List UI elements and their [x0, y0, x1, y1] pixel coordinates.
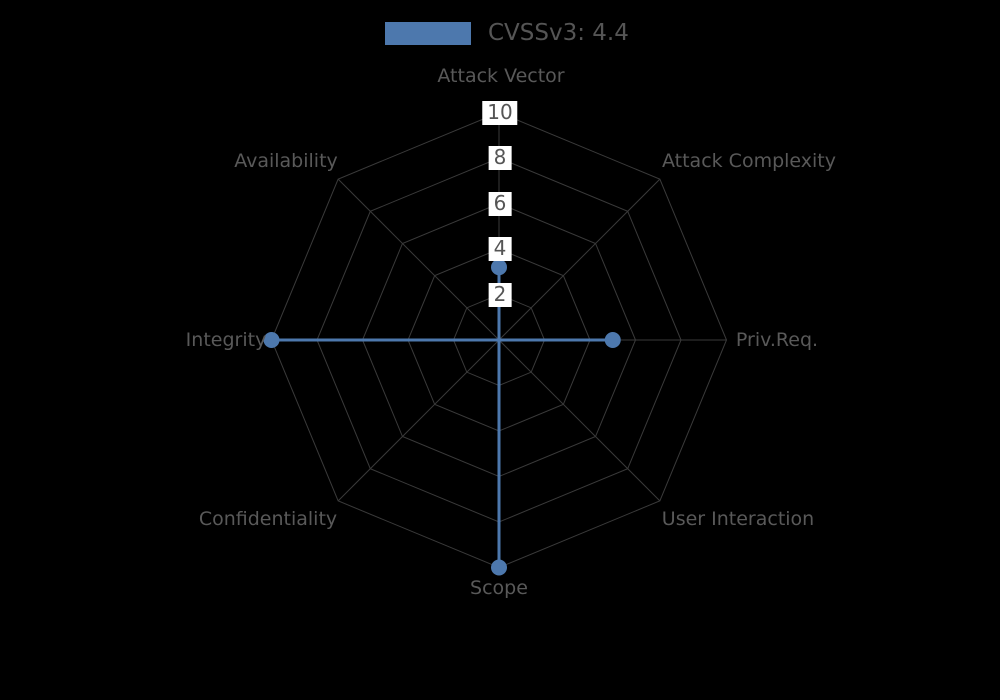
axis-label-priv-req: Priv.Req.: [735, 329, 819, 351]
axis-label-scope: Scope: [470, 577, 528, 599]
axis-label-attack-vector: Attack Vector: [437, 65, 565, 87]
radial-tick-2: 2: [488, 283, 512, 307]
radial-tick-10: 10: [482, 101, 518, 125]
radial-tick-6: 6: [488, 192, 512, 216]
grid-spoke: [498, 178, 661, 341]
grid-spoke: [337, 339, 500, 502]
radial-tick-8: 8: [488, 146, 512, 170]
axis-label-confidentiality: Confidentiality: [198, 508, 338, 530]
grid-spoke: [337, 178, 500, 341]
axis-label-availability: Availability: [234, 150, 338, 172]
radial-tick-4: 4: [488, 237, 512, 261]
radar-chart: CVSSv3: 4.4 Attack Vector Attack Complexi…: [0, 0, 1000, 700]
grid-spoke: [498, 339, 661, 502]
axis-label-integrity: Integrity: [185, 329, 267, 351]
data-point-marker: [491, 259, 507, 276]
axis-label-user-interaction: User Interaction: [661, 508, 815, 530]
axis-label-attack-complexity: Attack Complexity: [661, 150, 837, 172]
data-point-marker: [491, 559, 507, 576]
data-point-marker: [604, 332, 621, 348]
